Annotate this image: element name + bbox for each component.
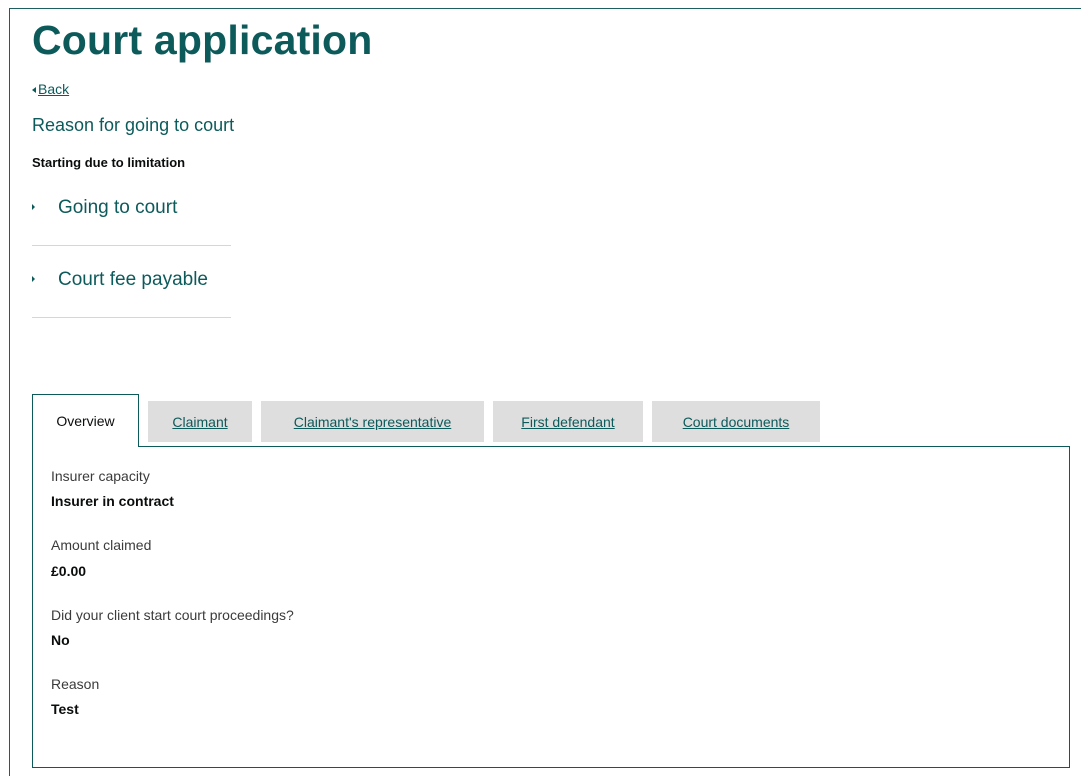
accordion-item-going-to-court[interactable]: Going to court: [32, 174, 231, 246]
page-title: Court application: [32, 17, 373, 63]
tab-court-documents[interactable]: Court documents: [652, 401, 820, 442]
back-link[interactable]: Back: [38, 80, 69, 98]
frame-border-top: [9, 8, 1081, 9]
field-value-reason: Test: [51, 701, 79, 717]
field-label-court-proceedings: Did your client start court proceedings?: [51, 607, 294, 623]
frame-border-left: [9, 8, 10, 776]
chevron-left-icon: [32, 87, 36, 93]
accordion: Going to court Court fee payable: [32, 174, 231, 318]
tab-bar: Overview Claimant Claimant's representat…: [32, 394, 829, 447]
field-value-insurer-capacity: Insurer in contract: [51, 493, 174, 509]
field-label-reason: Reason: [51, 676, 100, 692]
tab-claimants-representative[interactable]: Claimant's representative: [261, 401, 484, 442]
tab-label: Court documents: [682, 413, 790, 430]
tab-label: First defendant: [521, 413, 615, 430]
back-link-container[interactable]: Back: [32, 80, 69, 98]
tab-first-defendant[interactable]: First defendant: [493, 401, 643, 442]
tab-label: Overview: [56, 413, 115, 429]
reason-value: Starting due to limitation: [32, 155, 186, 170]
accordion-item-court-fee-payable[interactable]: Court fee payable: [32, 246, 231, 318]
tab-label: Claimant's representative: [293, 413, 452, 430]
tab-label: Claimant: [172, 413, 228, 430]
field-value-court-proceedings: No: [51, 632, 70, 648]
caret-right-icon: [32, 204, 35, 210]
court-application-page: Court application Back Reason for going …: [0, 0, 1081, 776]
caret-right-icon: [32, 276, 35, 282]
accordion-label: Court fee payable: [58, 269, 208, 290]
overview-panel: Insurer capacity Insurer in contract Amo…: [32, 446, 1070, 768]
field-label-insurer-capacity: Insurer capacity: [51, 468, 150, 484]
field-value-amount-claimed: £0.00: [51, 563, 87, 579]
tab-claimant[interactable]: Claimant: [148, 401, 252, 442]
field-label-amount-claimed: Amount claimed: [51, 537, 152, 553]
accordion-label: Going to court: [58, 197, 178, 218]
reason-heading: Reason for going to court: [32, 115, 235, 135]
tab-overview[interactable]: Overview: [32, 394, 139, 447]
